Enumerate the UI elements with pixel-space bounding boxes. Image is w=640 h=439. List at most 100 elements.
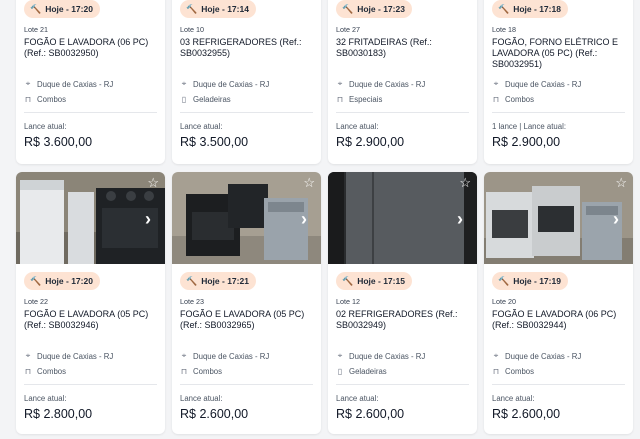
lot-location: ⌖ Duque de Caxias - RJ (25, 79, 114, 89)
divider (180, 112, 313, 113)
time-badge: 🔨 Hoje - 17:19 (492, 272, 568, 290)
time-badge: 🔨 Hoje - 17:21 (180, 272, 256, 290)
auction-hammer-icon: 🔨 (30, 275, 42, 286)
lot-card[interactable]: ☆ › 🔨 Hoje - 17:20 Lote 22 FOGÃO E LAVADO… (16, 172, 165, 434)
current-bid: R$ 2.600,00 (336, 407, 405, 421)
time-badge: 🔨 Hoje - 17:15 (336, 272, 412, 290)
time-badge: 🔨 Hoje - 17:18 (492, 0, 568, 18)
divider (24, 112, 157, 113)
lance-label: Lance atual: (180, 394, 223, 403)
lot-title[interactable]: FOGÃO, FORNO ELÉTRICO E LAVADORA (05 PC)… (492, 37, 625, 73)
lance-label: Lance atual: (24, 394, 67, 403)
lot-card[interactable]: 🔨 Hoje - 17:23 Lote 27 32 FRITADEIRAS (Re… (328, 0, 477, 164)
lot-number: Lote 21 (24, 25, 48, 34)
star-outline-icon[interactable]: ☆ (147, 176, 159, 189)
lot-title[interactable]: 02 REFRIGERADORES (Ref.: SB0032949) (336, 309, 469, 345)
lance-label: 1 lance | Lance atual: (492, 122, 566, 131)
current-bid: R$ 3.600,00 (24, 135, 93, 149)
lot-title[interactable]: FOGÃO E LAVADORA (06 PC) (Ref.: SB003294… (492, 309, 625, 345)
lot-card[interactable]: ☆ › 🔨 Hoje - 17:19 Lote 20 FOGÃO E LAVADO… (484, 172, 633, 434)
lot-location: ⌖ Duque de Caxias - RJ (181, 79, 270, 89)
lot-category: ⊓ Combos (24, 367, 67, 376)
location-pin-icon: ⌖ (25, 79, 31, 88)
lot-photo[interactable]: ☆ › (16, 172, 165, 264)
lot-location: ⌖ Duque de Caxias - RJ (337, 79, 426, 89)
lot-title[interactable]: FOGÃO E LAVADORA (06 PC) (Ref.: SB003295… (24, 37, 157, 73)
lot-card[interactable]: 🔨 Hoje - 17:14 Lote 10 03 REFRIGERADORES … (172, 0, 321, 164)
lot-photo[interactable]: ☆ › (328, 172, 477, 264)
lance-label: Lance atual: (336, 122, 379, 131)
auction-hammer-icon: 🔨 (30, 3, 42, 14)
lot-location: ⌖ Duque de Caxias - RJ (493, 79, 582, 89)
lot-card[interactable]: ☆ › 🔨 Hoje - 17:21 Lote 23 FOGÃO E LAVADO… (172, 172, 321, 434)
lot-number: Lote 27 (336, 25, 360, 34)
auction-hammer-icon: 🔨 (498, 275, 510, 286)
lot-title[interactable]: 03 REFRIGERADORES (Ref.: SB0032955) (180, 37, 313, 73)
appliances-photo (328, 172, 477, 264)
appliances-photo (484, 172, 633, 264)
star-outline-icon[interactable]: ☆ (459, 176, 471, 189)
lot-category: ⊓ Combos (180, 367, 223, 376)
auction-hammer-icon: 🔨 (498, 3, 510, 14)
divider (336, 112, 469, 113)
lot-number: Lote 18 (492, 25, 516, 34)
current-bid: R$ 2.900,00 (492, 135, 561, 149)
lot-title[interactable]: 32 FRITADEIRAS (Ref.: SB0030183) (336, 37, 469, 73)
lot-location: ⌖ Duque de Caxias - RJ (493, 351, 582, 361)
lance-label: Lance atual: (492, 394, 535, 403)
lance-label: Lance atual: (24, 122, 67, 131)
appliances-photo (172, 172, 321, 264)
location-pin-icon: ⌖ (493, 79, 499, 88)
lot-title[interactable]: FOGÃO E LAVADORA (05 PC) (Ref.: SB003296… (180, 309, 313, 345)
lot-category: ⊓ Combos (492, 367, 535, 376)
star-outline-icon[interactable]: ☆ (303, 176, 315, 189)
divider (24, 384, 157, 385)
lot-card[interactable]: 🔨 Hoje - 17:20 Lote 21 FOGÃO E LAVADORA (… (16, 0, 165, 164)
appliances-photo (16, 172, 165, 264)
lot-category: ⊓ Combos (24, 95, 67, 104)
lot-card[interactable]: ☆ › 🔨 Hoje - 17:15 Lote 12 02 REFRIGERADO… (328, 172, 477, 434)
star-outline-icon[interactable]: ☆ (615, 176, 627, 189)
location-pin-icon: ⌖ (337, 79, 343, 88)
lot-number: Lote 12 (336, 297, 360, 306)
chevron-right-icon[interactable]: › (301, 210, 307, 228)
chevron-right-icon[interactable]: › (613, 210, 619, 228)
location-pin-icon: ⌖ (181, 79, 187, 88)
lot-location: ⌖ Duque de Caxias - RJ (181, 351, 270, 361)
current-bid: R$ 3.500,00 (180, 135, 249, 149)
divider (180, 384, 313, 385)
divider (492, 112, 625, 113)
auction-hammer-icon: 🔨 (342, 3, 354, 14)
sofa-icon: ⊓ (24, 367, 32, 376)
lot-number: Lote 20 (492, 297, 516, 306)
lot-title[interactable]: FOGÃO E LAVADORA (05 PC) (Ref.: SB003294… (24, 309, 157, 345)
location-pin-icon: ⌖ (337, 351, 343, 360)
sofa-icon: ⊓ (24, 95, 32, 104)
divider (492, 384, 625, 385)
sofa-icon: ⊓ (492, 367, 500, 376)
lot-category: ⊓ Especiais (336, 95, 383, 104)
current-bid: R$ 2.900,00 (336, 135, 405, 149)
sofa-icon: ⊓ (336, 95, 344, 104)
chevron-right-icon[interactable]: › (457, 210, 463, 228)
current-bid: R$ 2.600,00 (492, 407, 561, 421)
fridge-icon: ▯ (181, 95, 187, 104)
lot-photo[interactable]: ☆ › (484, 172, 633, 264)
lot-card[interactable]: 🔨 Hoje - 17:18 Lote 18 FOGÃO, FORNO ELÉTR… (484, 0, 633, 164)
fridge-icon: ▯ (337, 367, 343, 376)
time-badge: 🔨 Hoje - 17:20 (24, 0, 100, 18)
lot-category: ⊓ Combos (492, 95, 535, 104)
sofa-icon: ⊓ (180, 367, 188, 376)
lot-category: ▯ Geladeiras (337, 367, 387, 376)
divider (336, 384, 469, 385)
lot-number: Lote 22 (24, 297, 48, 306)
lot-photo[interactable]: ☆ › (172, 172, 321, 264)
auction-hammer-icon: 🔨 (186, 275, 198, 286)
chevron-right-icon[interactable]: › (145, 210, 151, 228)
auction-hammer-icon: 🔨 (186, 3, 198, 14)
time-badge: 🔨 Hoje - 17:14 (180, 0, 256, 18)
location-pin-icon: ⌖ (25, 351, 31, 360)
lance-label: Lance atual: (180, 122, 223, 131)
location-pin-icon: ⌖ (493, 351, 499, 360)
lance-label: Lance atual: (336, 394, 379, 403)
